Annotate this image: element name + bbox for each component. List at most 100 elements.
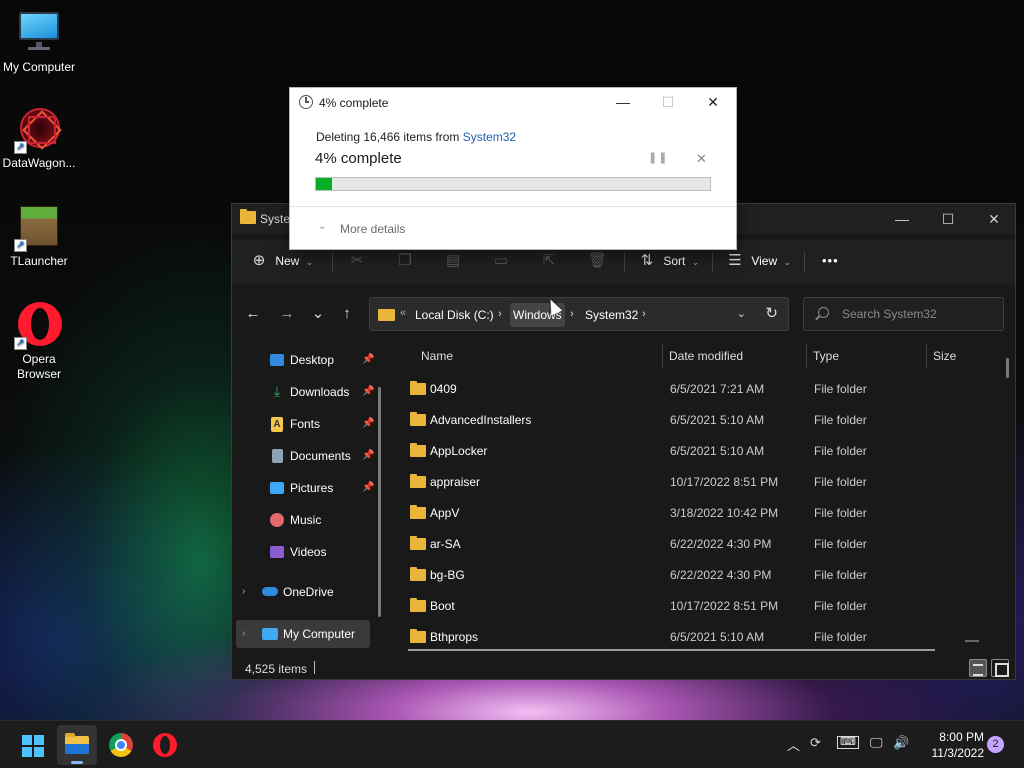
sidebar-item-downloads[interactable]: ⤓ Downloads 📌 — [252, 378, 377, 406]
forward-button[interactable]: → — [274, 302, 300, 326]
minimize-button[interactable]: — — [601, 88, 645, 116]
close-button[interactable]: ✕ — [971, 204, 1017, 234]
pin-icon[interactable]: 📌 — [362, 474, 374, 502]
search-input[interactable] — [842, 305, 992, 323]
folder-icon — [410, 412, 426, 426]
address-history-dropdown[interactable]: ⌄ — [737, 307, 746, 320]
file-list-horizontal-scrollbar[interactable] — [408, 649, 935, 651]
file-row[interactable]: 0409 6/5/2021 7:21 AM File folder — [392, 374, 992, 405]
file-list-vertical-scrollbar[interactable] — [1006, 358, 1009, 378]
toolbar-divider — [332, 252, 333, 272]
file-row[interactable]: Boot 10/17/2022 8:51 PM File folder — [392, 591, 992, 622]
large-icons-view-button[interactable] — [991, 659, 1009, 677]
column-divider[interactable] — [806, 344, 807, 368]
navigation-pane-scrollbar[interactable] — [378, 387, 381, 617]
pin-icon[interactable]: 📌 — [362, 346, 374, 374]
search-box[interactable] — [803, 297, 1004, 331]
minimize-button[interactable]: — — [879, 204, 925, 234]
paste-button[interactable]: ▤ — [444, 246, 462, 276]
overflow-chevron-icon[interactable]: « — [400, 307, 406, 319]
folder-icon — [410, 443, 426, 457]
maximize-button: ☐ — [661, 94, 675, 110]
see-more-button[interactable]: ••• — [822, 246, 839, 276]
sidebar-item-desktop[interactable]: Desktop 📌 — [252, 346, 377, 374]
close-button[interactable]: ✕ — [691, 88, 735, 116]
new-button[interactable]: ⊕ New ⌄ — [250, 246, 314, 276]
show-hidden-icons-button[interactable]: ︿ — [787, 735, 800, 754]
cut-button[interactable]: ✂ — [348, 246, 366, 276]
column-header-date-modified[interactable]: Date modified — [669, 342, 743, 370]
sidebar-item-label: OneDrive — [283, 585, 334, 599]
chevron-right-icon[interactable]: › — [242, 578, 245, 606]
cloud-icon — [262, 587, 278, 596]
volume-icon[interactable]: 🔊 — [893, 735, 909, 751]
copy-button[interactable]: ❐ — [396, 246, 414, 276]
sidebar-item-documents[interactable]: Documents 📌 — [252, 442, 377, 470]
breadcrumb-local-disk[interactable]: Local Disk (C:) — [412, 303, 497, 327]
download-icon: ⤓ — [273, 383, 281, 399]
address-bar[interactable]: « Local Disk (C:) › Windows › System32 ›… — [369, 297, 789, 331]
taskbar-opera[interactable] — [145, 725, 185, 765]
network-icon[interactable]: 🖵 — [870, 735, 883, 751]
pin-icon[interactable]: 📌 — [362, 378, 374, 406]
desktop-icon-tlauncher[interactable]: ↗ TLauncher — [0, 204, 78, 269]
sidebar-item-videos[interactable]: Videos — [252, 538, 377, 566]
taskbar-chrome[interactable] — [101, 725, 141, 765]
file-row[interactable]: AppV 3/18/2022 10:42 PM File folder — [392, 498, 992, 529]
column-header-size[interactable]: Size — [933, 342, 956, 370]
delete-button[interactable]: 🗑 — [588, 246, 607, 276]
sidebar-item-fonts[interactable]: A Fonts 📌 — [252, 410, 377, 438]
column-divider[interactable] — [926, 344, 927, 368]
desktop-icon-opera[interactable]: ↗ Opera Browser — [0, 302, 78, 382]
maximize-button[interactable]: ☐ — [925, 204, 971, 234]
column-header-name[interactable]: Name — [421, 342, 453, 370]
pin-icon[interactable]: 📌 — [362, 442, 374, 470]
file-row[interactable]: Bthprops 6/5/2021 5:10 AM File folder — [392, 622, 992, 652]
taskbar: ︿ ⟳ ⌨ 🖵 🔊 8:00 PM 11/3/2022 2 — [0, 720, 1024, 768]
sidebar-item-pictures[interactable]: Pictures 📌 — [252, 474, 377, 502]
sidebar-item-onedrive[interactable]: › OneDrive — [236, 578, 374, 606]
breadcrumb-system32[interactable]: System32 — [582, 303, 641, 327]
file-row[interactable]: bg-BG 6/22/2022 4:30 PM File folder — [392, 560, 992, 591]
start-button[interactable] — [12, 725, 52, 765]
desktop-icon-my-computer[interactable]: My Computer — [0, 10, 78, 75]
file-row[interactable]: ar-SA 6/22/2022 4:30 PM File folder — [392, 529, 992, 560]
chevron-right-icon[interactable]: › — [642, 308, 646, 320]
pin-icon[interactable]: 📌 — [362, 410, 374, 438]
back-button[interactable]: ← — [240, 302, 266, 326]
file-type: File folder — [814, 599, 867, 613]
sidebar-item-music[interactable]: Music — [252, 506, 377, 534]
sidebar-item-label: Desktop — [290, 353, 335, 367]
chevron-right-icon[interactable]: › — [498, 308, 502, 320]
refresh-icon[interactable]: ↻ — [765, 304, 778, 322]
chevron-right-icon[interactable]: › — [242, 620, 245, 648]
up-button[interactable]: ↑ — [334, 302, 360, 326]
clock[interactable]: 8:00 PM 11/3/2022 — [916, 729, 985, 761]
file-name: appraiser — [430, 475, 481, 489]
sort-button[interactable]: ⇅ Sort ⌄ — [638, 246, 700, 276]
sync-icon[interactable]: ⟳ — [810, 735, 821, 751]
notification-badge[interactable]: 2 — [987, 736, 1004, 753]
column-header-type[interactable]: Type — [813, 342, 839, 370]
column-divider[interactable] — [662, 344, 663, 368]
file-row[interactable]: AdvancedInstallers 6/5/2021 5:10 AM File f… — [392, 405, 992, 436]
dialog-message: Deleting 16,466 items from System32 — [316, 130, 516, 144]
sidebar-item-my-computer[interactable]: › My Computer — [236, 620, 370, 648]
taskbar-file-explorer[interactable] — [57, 725, 97, 765]
recent-locations-button[interactable]: ⌄ — [305, 302, 331, 326]
toolbar-divider — [712, 252, 713, 272]
file-row[interactable]: AppLocker 6/5/2021 5:10 AM File folder — [392, 436, 992, 467]
clock-icon — [299, 95, 313, 109]
view-button[interactable]: ☰ View ⌄ — [726, 246, 791, 276]
cancel-button[interactable]: ✕ — [696, 151, 707, 167]
details-view-button[interactable] — [969, 659, 987, 677]
pause-button[interactable]: ❚❚ — [648, 151, 668, 164]
file-date: 6/5/2021 5:10 AM — [670, 444, 765, 458]
source-folder-link[interactable]: System32 — [463, 130, 516, 144]
file-row[interactable]: appraiser 10/17/2022 8:51 PM File folder — [392, 467, 992, 498]
rename-button[interactable]: ▭ — [492, 246, 510, 276]
chevron-right-icon[interactable]: › — [570, 308, 574, 320]
share-button[interactable]: ⇱ — [540, 246, 558, 276]
keyboard-icon[interactable]: ⌨ — [837, 736, 859, 749]
desktop-icon-datawagon[interactable]: ↗ DataWagon... — [0, 106, 78, 171]
